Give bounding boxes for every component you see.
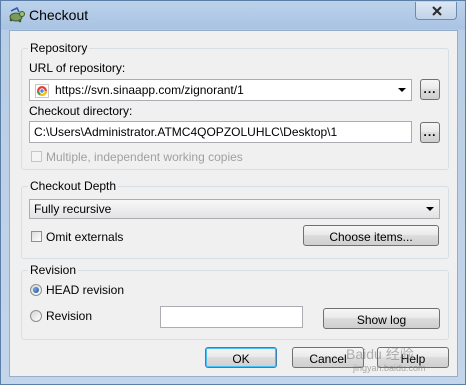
multiple-wc-label: Multiple, independent working copies xyxy=(46,150,243,164)
omit-externals-label: Omit externals xyxy=(46,230,124,244)
revision-radio[interactable] xyxy=(30,310,42,322)
omit-externals-checkbox[interactable] xyxy=(31,231,42,242)
url-combobox[interactable]: https://svn.sinaapp.com/zignorant/1 xyxy=(29,79,412,101)
url-value: https://svn.sinaapp.com/zignorant/1 xyxy=(55,83,244,97)
checkout-dir-browse-button[interactable]: ... xyxy=(420,122,440,143)
checkout-dir-value: C:\Users\Administrator.ATMC4QOPZOLUHLC\D… xyxy=(34,125,338,139)
checkout-dir-input[interactable]: C:\Users\Administrator.ATMC4QOPZOLUHLC\D… xyxy=(29,121,412,143)
show-log-button[interactable]: Show log xyxy=(323,308,440,329)
depth-selected-value: Fully recursive xyxy=(34,202,112,216)
checkout-depth-group-title: Checkout Depth xyxy=(28,179,119,193)
dialog-body: Repository URL of repository: https://sv… xyxy=(9,30,458,377)
revision-label: Revision xyxy=(46,309,93,323)
head-revision-radio[interactable] xyxy=(30,284,42,296)
dropdown-arrow-icon xyxy=(398,88,406,92)
checkout-dir-label: Checkout directory: xyxy=(29,104,133,118)
baidu-watermark: Baidu 经验 xyxy=(346,346,414,362)
url-label: URL of repository: xyxy=(29,61,126,75)
baidu-watermark-url: jingyan.baidu.com xyxy=(353,363,426,373)
dropdown-arrow-icon xyxy=(426,207,434,211)
url-browse-button[interactable]: ... xyxy=(420,79,440,100)
head-revision-label: HEAD revision xyxy=(46,283,125,297)
ok-button[interactable]: OK xyxy=(205,347,277,368)
close-icon xyxy=(432,6,442,16)
repository-group-title: Repository xyxy=(28,41,90,55)
choose-items-button[interactable]: Choose items... xyxy=(303,225,439,246)
revision-group-title: Revision xyxy=(28,263,79,277)
close-button[interactable] xyxy=(415,2,457,20)
checkout-depth-group: Checkout Depth xyxy=(21,179,449,259)
window-title: Checkout xyxy=(29,7,89,23)
depth-select[interactable]: Fully recursive xyxy=(29,199,440,219)
tortoisesvn-icon xyxy=(8,6,25,23)
title-bar[interactable]: Checkout xyxy=(1,1,465,29)
revision-input[interactable] xyxy=(160,306,303,328)
checkout-dialog: Checkout Repository URL of repository: h… xyxy=(0,0,466,385)
chrome-icon xyxy=(35,84,49,98)
multiple-wc-checkbox[interactable] xyxy=(31,151,42,162)
revision-group: Revision xyxy=(21,263,449,340)
